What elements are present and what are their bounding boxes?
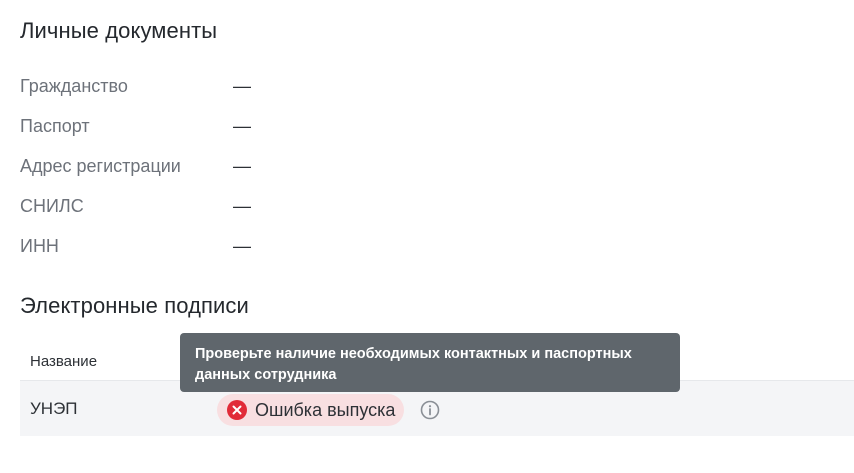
column-header-name[interactable]: Название xyxy=(30,353,97,370)
field-value: — xyxy=(233,115,251,136)
field-inn: ИНН — xyxy=(20,234,251,258)
field-label: Гражданство xyxy=(20,75,128,96)
error-icon xyxy=(227,400,247,420)
status-badge: Ошибка выпуска xyxy=(217,394,405,426)
field-label: СНИЛС xyxy=(20,195,84,216)
tooltip: Проверьте наличие необходимых контактных… xyxy=(180,333,680,392)
field-value: — xyxy=(233,155,251,176)
info-icon[interactable] xyxy=(420,400,440,420)
field-snils: СНИЛС — xyxy=(20,194,251,218)
field-registration-address: Адрес регистрации — xyxy=(20,154,251,178)
electronic-signatures-title: Электронные подписи xyxy=(20,293,249,318)
field-value: — xyxy=(233,195,251,216)
field-label: ИНН xyxy=(20,235,59,256)
field-label: Паспорт xyxy=(20,115,90,136)
tooltip-text: Проверьте наличие необходимых контактных… xyxy=(195,346,632,383)
personal-documents-title: Личные документы xyxy=(20,18,218,43)
status-text: Ошибка выпуска xyxy=(255,399,396,420)
field-label: Адрес регистрации xyxy=(20,155,181,176)
signature-name: УНЭП xyxy=(30,399,78,418)
field-citizenship: Гражданство — xyxy=(20,74,251,98)
field-value: — xyxy=(233,235,251,256)
field-passport: Паспорт — xyxy=(20,114,251,138)
field-value: — xyxy=(233,75,251,96)
